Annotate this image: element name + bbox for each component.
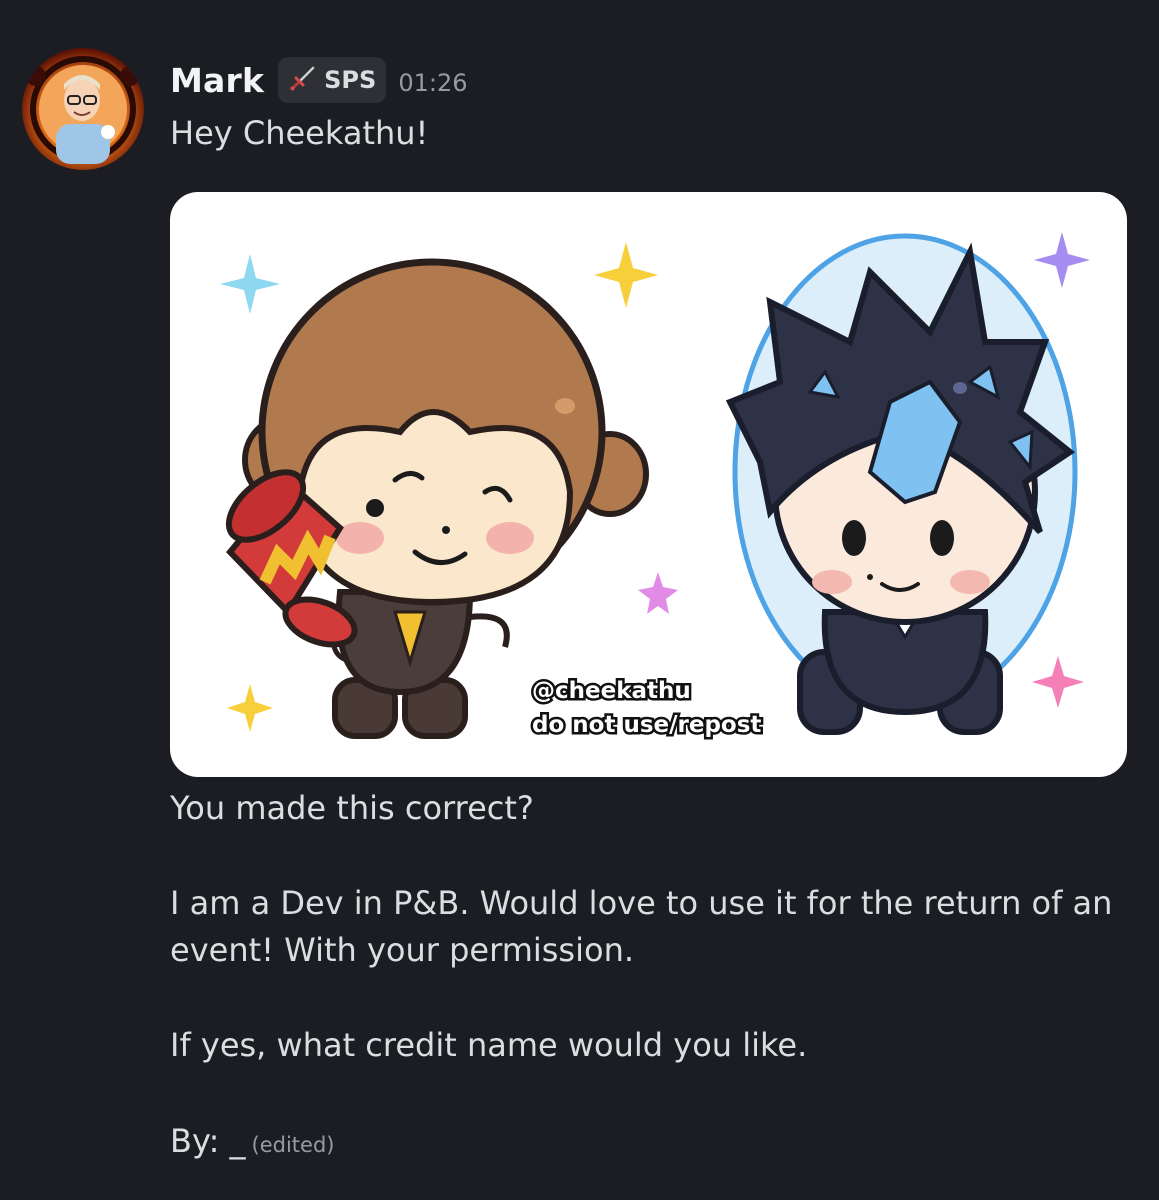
image-attachment[interactable]: @cheekathu do not use/repost	[170, 192, 1127, 777]
message-text-greeting: Hey Cheekathu!	[170, 114, 429, 152]
username[interactable]: Mark	[170, 61, 264, 100]
message-timestamp[interactable]: 01:26	[398, 69, 467, 97]
message-text-signature: By: _ (edited)	[170, 1118, 334, 1168]
monkey-character	[225, 258, 649, 739]
user-avatar[interactable]	[22, 48, 144, 170]
role-tag-label: SPS	[324, 66, 377, 94]
chat-message: Mark SPS 01:26 Hey Cheekathu! @cheekathu…	[0, 0, 1159, 1200]
attachment-illustration: @cheekathu do not use/repost	[220, 232, 1090, 741]
svg-text:@cheekathu: @cheekathu	[532, 678, 691, 704]
svg-text:do not use/repost: do not use/repost	[532, 712, 761, 738]
message-text-line-2: I am a Dev in P&B. Would love to use it …	[170, 884, 1113, 922]
role-tag[interactable]: SPS	[278, 57, 387, 103]
edited-label: (edited)	[251, 1133, 335, 1157]
message-text-line-1: You made this correct?	[170, 789, 534, 827]
signature-text: By: _	[170, 1122, 246, 1160]
crystal-character	[725, 233, 1078, 735]
sword-icon	[288, 63, 318, 97]
message-text-line-4: If yes, what credit name would you like.	[170, 1026, 808, 1064]
watermark: @cheekathu do not use/repost	[530, 676, 764, 741]
sparkle-icon	[220, 254, 280, 314]
message-text-line-3: event! With your permission.	[170, 931, 635, 969]
message-header: Mark SPS 01:26	[170, 56, 467, 104]
avatar-image	[22, 48, 144, 170]
